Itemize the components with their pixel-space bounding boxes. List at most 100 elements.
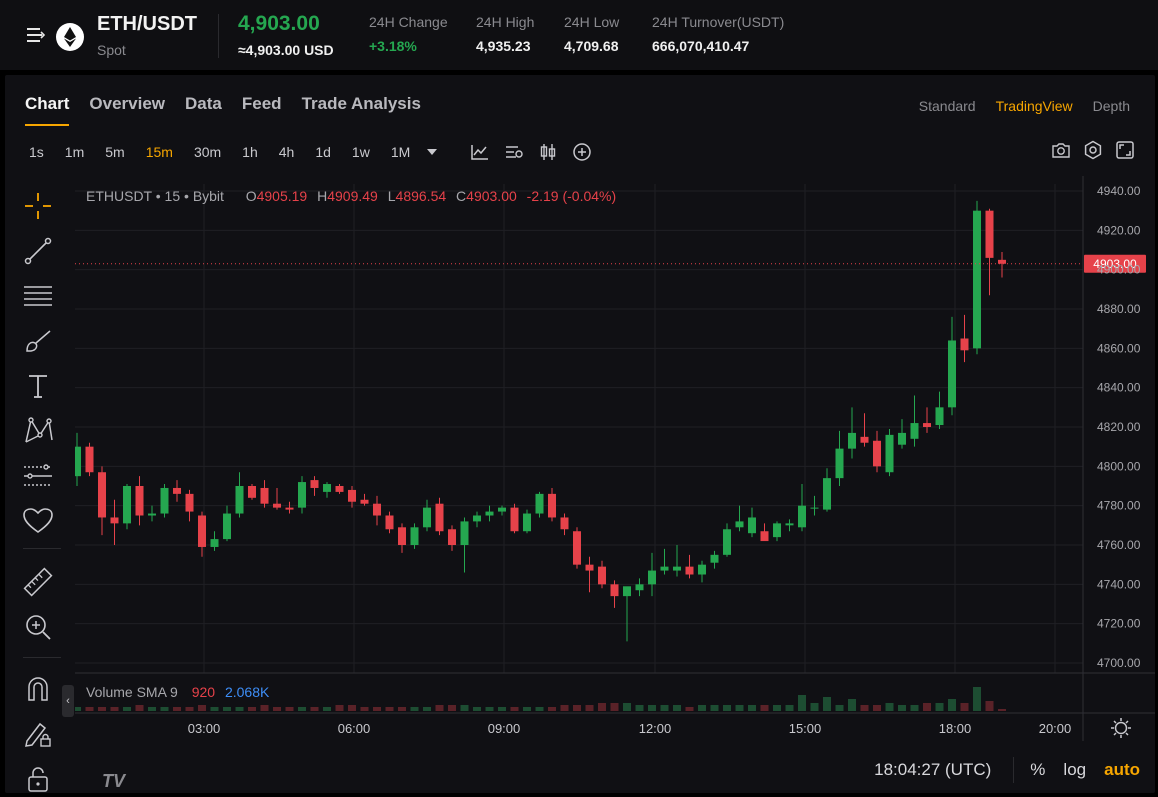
candle-body[interactable] <box>235 486 244 514</box>
candle-body[interactable] <box>960 338 969 351</box>
magnet-icon[interactable] <box>18 672 58 706</box>
candle-body[interactable] <box>685 566 694 575</box>
candle-body[interactable] <box>435 503 444 532</box>
prediction-icon[interactable] <box>18 459 58 493</box>
horizontal-lines-icon[interactable] <box>18 279 58 313</box>
candle-body[interactable] <box>398 527 406 545</box>
candle-body[interactable] <box>460 521 469 545</box>
interval-1M[interactable]: 1M <box>391 144 410 160</box>
candle-body[interactable] <box>785 523 794 526</box>
candle-body[interactable] <box>185 493 194 512</box>
candle-body[interactable] <box>173 487 181 494</box>
auto-scale-toggle[interactable]: auto <box>1104 760 1140 780</box>
candle-body[interactable] <box>873 440 881 467</box>
candle-body[interactable] <box>310 480 319 488</box>
indicators-icon[interactable] <box>470 142 490 162</box>
time-axis-settings-icon[interactable] <box>1111 718 1131 738</box>
interval-1h[interactable]: 1h <box>242 144 258 160</box>
candle-body[interactable] <box>573 531 581 565</box>
add-icon[interactable] <box>572 142 592 162</box>
candle-body[interactable] <box>735 521 744 528</box>
candle-body[interactable] <box>210 539 219 547</box>
candle-body[interactable] <box>898 432 906 445</box>
candle-body[interactable] <box>635 584 644 591</box>
candle-body[interactable] <box>348 489 356 502</box>
candle-body[interactable] <box>448 529 456 545</box>
candle-body[interactable] <box>923 423 931 427</box>
candle-body[interactable] <box>823 478 831 510</box>
brush-icon[interactable] <box>18 324 58 358</box>
interval-15m[interactable]: 15m <box>146 144 173 160</box>
candle-type-icon[interactable] <box>538 142 558 162</box>
view-tradingview[interactable]: TradingView <box>996 98 1073 114</box>
candle-body[interactable] <box>710 554 719 563</box>
candle-body[interactable] <box>723 529 731 555</box>
menu-icon[interactable] <box>26 26 46 49</box>
candle-body[interactable] <box>260 487 269 504</box>
candle-body[interactable] <box>560 517 569 530</box>
candle-body[interactable] <box>773 523 781 538</box>
candle-body[interactable] <box>273 503 281 508</box>
candle-body[interactable] <box>660 566 669 571</box>
interval-5m[interactable]: 5m <box>105 144 124 160</box>
interval-1s[interactable]: 1s <box>29 144 44 160</box>
candle-body[interactable] <box>485 511 494 516</box>
pattern-icon[interactable] <box>18 414 58 448</box>
candle-body[interactable] <box>648 570 656 585</box>
candle-body[interactable] <box>110 517 119 524</box>
tab-overview[interactable]: Overview <box>89 94 165 126</box>
price-chart[interactable]: 4903.00 4940.00 4920.00 4900.00 4880.00 4860… <box>73 176 1155 793</box>
candle-body[interactable] <box>123 486 131 524</box>
settings-icon[interactable] <box>1083 140 1103 160</box>
tab-data[interactable]: Data <box>185 94 222 126</box>
percent-scale-toggle[interactable]: % <box>1030 760 1045 780</box>
candle-body[interactable] <box>373 503 381 516</box>
candle-body[interactable] <box>335 486 344 492</box>
zoom-in-icon[interactable] <box>18 610 58 644</box>
tab-chart[interactable]: Chart <box>25 94 70 126</box>
candle-body[interactable] <box>298 482 306 508</box>
candle-body[interactable] <box>410 527 419 545</box>
candle-body[interactable] <box>285 507 294 510</box>
candle-body[interactable] <box>585 564 594 571</box>
fullscreen-icon[interactable] <box>1115 140 1135 160</box>
candle-body[interactable] <box>935 407 944 426</box>
candle-body[interactable] <box>623 586 631 597</box>
candle-body[interactable] <box>523 513 531 532</box>
lock-icon[interactable] <box>18 762 58 796</box>
candle-body[interactable] <box>423 507 431 528</box>
chart-settings-icon[interactable] <box>504 142 524 162</box>
candle-body[interactable] <box>323 484 331 492</box>
candle-body[interactable] <box>510 507 519 532</box>
candle-body[interactable] <box>973 210 981 349</box>
log-scale-toggle[interactable]: log <box>1063 760 1086 780</box>
candle-body[interactable] <box>673 566 681 571</box>
crosshair-icon[interactable] <box>18 189 58 223</box>
candle-body[interactable] <box>860 436 869 443</box>
view-depth[interactable]: Depth <box>1093 98 1130 114</box>
trend-line-icon[interactable] <box>18 234 58 268</box>
interval-1w[interactable]: 1w <box>352 144 370 160</box>
collapse-toolbar-button[interactable]: ‹ <box>62 685 74 717</box>
interval-1d[interactable]: 1d <box>315 144 331 160</box>
interval-30m[interactable]: 30m <box>194 144 221 160</box>
candle-body[interactable] <box>998 259 1006 264</box>
candle-body[interactable] <box>98 472 106 518</box>
camera-icon[interactable] <box>1051 140 1071 160</box>
candle-body[interactable] <box>598 566 606 585</box>
utc-clock[interactable]: 18:04:27 (UTC) <box>874 760 991 780</box>
interval-4h[interactable]: 4h <box>279 144 295 160</box>
volume-legend-title[interactable]: Volume SMA 9 <box>86 684 178 700</box>
candle-body[interactable] <box>748 517 756 534</box>
tab-feed[interactable]: Feed <box>242 94 282 126</box>
candle-body[interactable] <box>985 210 994 258</box>
candle-body[interactable] <box>73 446 81 477</box>
candle-body[interactable] <box>248 486 256 498</box>
ruler-icon[interactable] <box>18 565 58 599</box>
candle-body[interactable] <box>698 564 706 575</box>
interval-1m[interactable]: 1m <box>65 144 84 160</box>
candle-body[interactable] <box>160 487 169 514</box>
candle-body[interactable] <box>548 493 556 518</box>
candle-body[interactable] <box>835 448 844 479</box>
candle-body[interactable] <box>848 432 856 449</box>
